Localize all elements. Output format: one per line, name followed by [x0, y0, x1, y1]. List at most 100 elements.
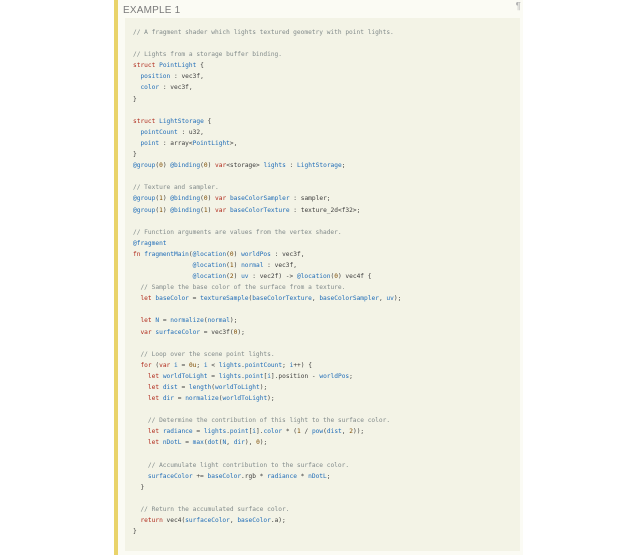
code-token: for [140, 361, 152, 369]
code-token: ) [207, 195, 216, 203]
code-token: pow [311, 428, 324, 436]
code-token: lights [203, 428, 227, 436]
code-token: point [140, 139, 160, 147]
code-token: <storage> [226, 162, 264, 170]
code-token: @group [133, 206, 156, 214]
code-line: // Sample the base color of the surface … [133, 282, 520, 293]
pilcrow-link-icon[interactable]: ¶ [516, 1, 521, 12]
code-token: ; [282, 361, 290, 369]
code-token: .rgb * [241, 472, 268, 480]
code-token: : u32, [177, 128, 204, 136]
code-token: // Accumulate light contribution to the … [147, 461, 350, 469]
code-line: // Lights from a storage buffer binding. [133, 49, 520, 60]
code-token: ), [244, 439, 257, 447]
code-token: textureSample [200, 295, 249, 303]
code-token: { [203, 117, 212, 125]
code-token: : array< [159, 139, 193, 147]
code-line: struct PointLight { [133, 60, 520, 71]
code-token: : vec3f, [270, 250, 305, 258]
code-token: // A fragment shader which lights textur… [133, 29, 394, 36]
code-line: let nDotL = max(dot(N, dir), 0); [133, 437, 520, 448]
code-token: : vec3f, [170, 73, 204, 81]
code-token: uv [386, 295, 394, 303]
code-token: vec4( [162, 517, 186, 525]
code-token: ++) { [293, 361, 312, 369]
code-token: @location [192, 250, 227, 258]
code-token: < [207, 361, 219, 369]
code-token: pointCount [244, 361, 283, 369]
code-line: var surfaceColor = vec3f(0); [133, 327, 520, 338]
code-token: = [192, 428, 204, 436]
code-line: } [133, 94, 520, 105]
code-token: worldToLight [162, 372, 208, 380]
code-token: = vec3f( [200, 328, 234, 336]
code-token: return [140, 517, 163, 525]
code-token: let [140, 295, 152, 303]
code-token: worldToLight [222, 395, 268, 403]
code-token: )); [352, 428, 365, 436]
code-line: position : vec3f, [133, 71, 520, 82]
code-token: var [140, 328, 152, 336]
code-token: radiance [162, 428, 193, 436]
code-token: point [244, 372, 264, 380]
code-token: @location [296, 273, 331, 281]
code-token: dot [207, 439, 219, 447]
code-token: let [147, 439, 160, 447]
code-token: lights [263, 162, 286, 170]
code-token: let [140, 317, 152, 325]
code-line: pointCount : u32, [133, 127, 520, 138]
code-token: surfaceColor [155, 328, 201, 336]
code-token: length [188, 384, 212, 391]
code-token: baseColorSampler [319, 295, 379, 303]
code-token: pointCount [140, 128, 178, 136]
code-listing: // A fragment shader which lights textur… [133, 27, 520, 537]
code-token: ); [229, 317, 238, 325]
code-line: let dir = normalize(worldToLight); [133, 393, 520, 404]
code-token: : vec2f) -> [248, 273, 297, 281]
code-line: // Accumulate light contribution to the … [133, 460, 520, 471]
example-block: EXAMPLE 1 ¶ // A fragment shader which l… [114, 0, 523, 555]
code-token: @fragment [133, 239, 167, 247]
code-token: / [300, 428, 312, 436]
code-token: worldToLight [215, 384, 260, 391]
code-token: { [196, 62, 204, 70]
code-token: let [147, 384, 160, 391]
code-token: @binding [170, 195, 201, 203]
code-token: : texture_2d<f32>; [289, 206, 361, 214]
example-label: EXAMPLE 1 [123, 5, 181, 16]
code-token: PointLight [192, 139, 230, 147]
code-token: fragmentMain [144, 250, 189, 258]
code-token: ; [326, 472, 331, 480]
code-token: // Function arguments are values from th… [133, 228, 342, 236]
code-token: ].position - [270, 372, 320, 380]
code-token: LightStorage [297, 162, 342, 170]
code-token: ( [151, 361, 160, 369]
code-line: @fragment [133, 238, 520, 249]
code-token: struct [133, 117, 156, 125]
code-block: // A fragment shader which lights textur… [125, 18, 520, 551]
code-token: dir [233, 439, 245, 447]
code-token: // Return the accumulated surface color. [140, 506, 290, 514]
code-token: @location [192, 273, 227, 281]
code-token: baseColorTexture [252, 295, 312, 303]
code-token: dist [326, 428, 342, 436]
code-token: surfaceColor [147, 472, 193, 480]
code-line: } [133, 526, 520, 537]
code-line: // Determine the contribution of this li… [133, 415, 520, 426]
code-line: struct LightStorage { [133, 116, 520, 127]
code-token: @binding [170, 162, 201, 170]
code-token: .a); [270, 517, 286, 525]
code-line: point : array<PointLight>, [133, 138, 520, 149]
code-token: var [215, 206, 227, 214]
code-token: dir [162, 395, 175, 403]
code-token: baseColor [207, 472, 242, 480]
code-token: : vec3f, [159, 84, 193, 92]
